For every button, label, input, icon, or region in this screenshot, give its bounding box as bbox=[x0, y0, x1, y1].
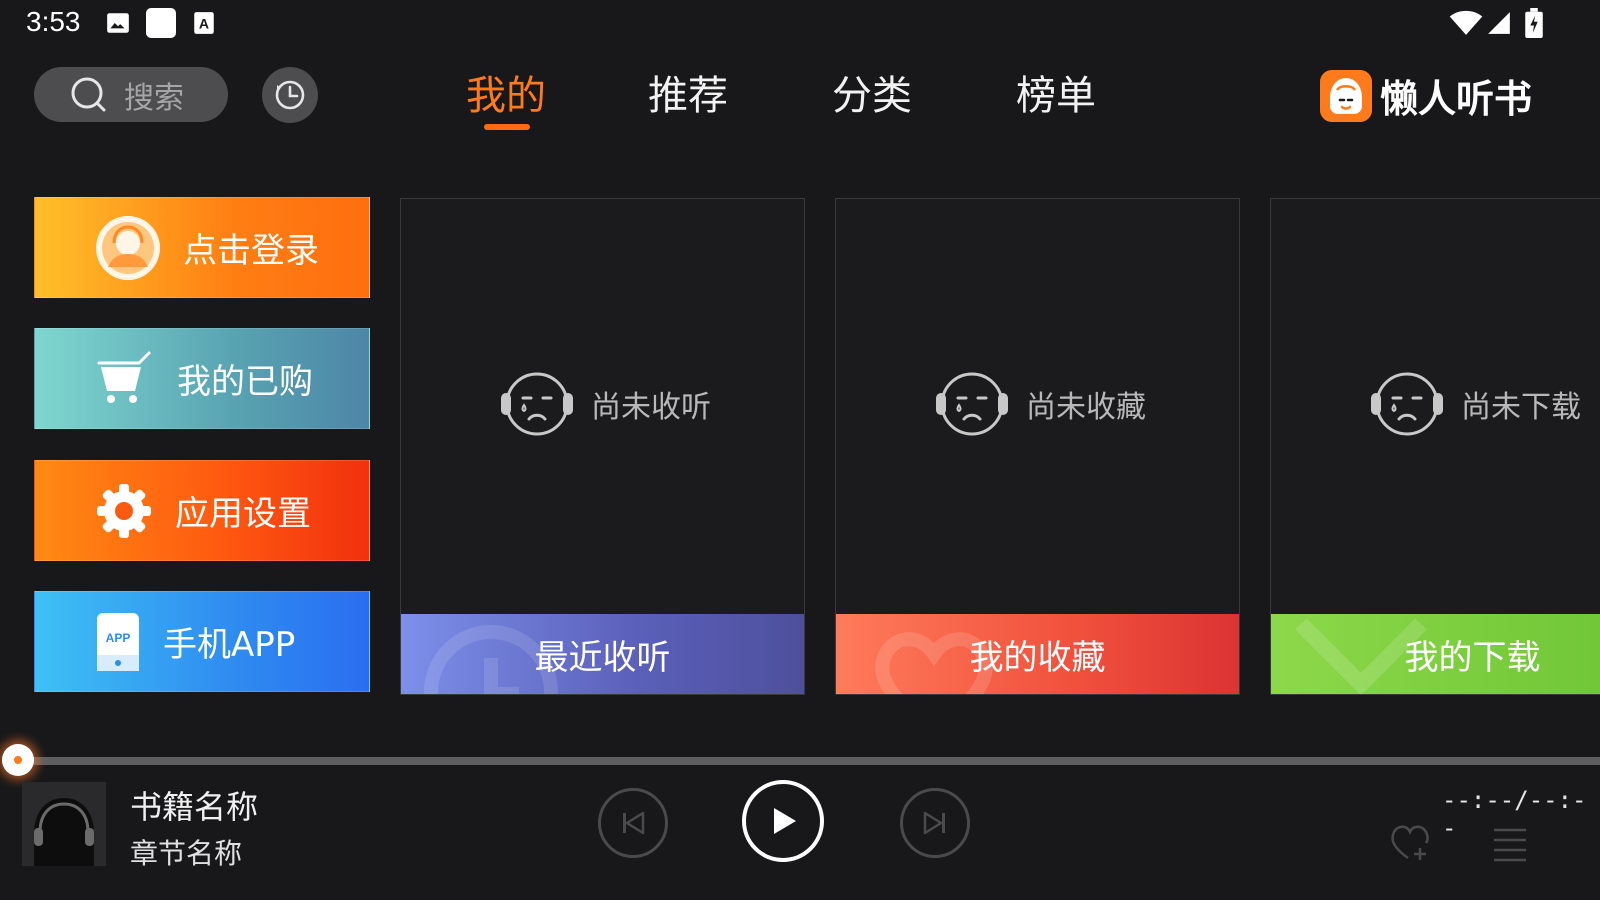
settings-button[interactable]: 应用设置 bbox=[34, 460, 370, 561]
tab-mine[interactable]: 我的 bbox=[466, 68, 546, 124]
history-clock-icon bbox=[275, 80, 305, 110]
add-favorite-heart-icon[interactable] bbox=[1388, 820, 1432, 864]
shopping-cart-icon bbox=[97, 351, 151, 403]
chapter-name: 章节名称 bbox=[130, 837, 243, 870]
wifi-icon bbox=[1449, 10, 1483, 35]
phone-app-icon: APP bbox=[97, 612, 139, 671]
downloads-footer[interactable]: 我的下载 bbox=[1271, 614, 1600, 694]
sad-face-icon bbox=[1371, 372, 1443, 436]
previous-button[interactable] bbox=[598, 788, 668, 858]
tab-ranking[interactable]: 榜单 bbox=[1016, 68, 1096, 124]
brand-logo-area: 懒人听书 bbox=[1320, 68, 1532, 123]
empty-state: 尚未收听 bbox=[401, 369, 804, 439]
app-icon-text: APP bbox=[106, 631, 131, 645]
square-notification-icon bbox=[146, 8, 176, 38]
settings-label: 应用设置 bbox=[175, 494, 311, 534]
search-icon bbox=[71, 77, 106, 111]
favorites-card[interactable]: 尚未收藏 我的收藏 bbox=[835, 198, 1240, 695]
svg-text:A: A bbox=[199, 15, 209, 31]
default-cover-icon bbox=[22, 782, 106, 866]
gallery-icon bbox=[107, 13, 129, 33]
lazy-audio-logo-icon bbox=[1320, 69, 1372, 122]
recent-listen-label: 最近收听 bbox=[534, 637, 671, 678]
a-text-icon: A bbox=[194, 12, 214, 34]
playlist-icon[interactable] bbox=[1490, 822, 1530, 862]
play-icon bbox=[774, 808, 796, 834]
user-avatar-icon bbox=[96, 215, 160, 280]
login-button[interactable]: 点击登录 bbox=[34, 197, 370, 298]
downloads-card[interactable]: 尚未下载 我的下载 bbox=[1270, 198, 1600, 695]
empty-text: 尚未收听 bbox=[591, 390, 711, 425]
gear-icon bbox=[97, 483, 151, 538]
tab-category[interactable]: 分类 bbox=[832, 68, 912, 124]
recent-listen-card[interactable]: 尚未收听 最近收听 bbox=[400, 198, 805, 695]
battery-icon bbox=[1525, 8, 1543, 38]
downloads-label: 我的下载 bbox=[1404, 637, 1541, 678]
login-label: 点击登录 bbox=[183, 231, 319, 271]
search-placeholder: 搜索 bbox=[124, 80, 184, 116]
cell-signal-icon bbox=[1488, 12, 1510, 34]
play-button[interactable] bbox=[742, 780, 824, 862]
app-root: 3:53 A 搜索 我的 推荐 分类 榜单 懒人听书 点击登录 我的已购 应用设… bbox=[0, 0, 1600, 900]
empty-text: 尚未收藏 bbox=[1026, 390, 1146, 425]
recent-listen-footer[interactable]: 最近收听 bbox=[401, 614, 804, 694]
next-button[interactable] bbox=[900, 788, 970, 858]
brand-name: 懒人听书 bbox=[1380, 77, 1533, 121]
purchased-label: 我的已购 bbox=[177, 362, 313, 402]
progress-handle[interactable] bbox=[2, 744, 34, 776]
mobile-app-button[interactable]: APP 手机APP bbox=[34, 591, 370, 692]
status-bar: 3:53 A bbox=[0, 0, 1600, 52]
book-cover[interactable] bbox=[22, 782, 106, 866]
purchased-button[interactable]: 我的已购 bbox=[34, 328, 370, 429]
tab-recommend[interactable]: 推荐 bbox=[648, 68, 728, 124]
active-tab-indicator bbox=[484, 124, 530, 130]
mobile-app-label: 手机APP bbox=[163, 625, 296, 665]
skip-next-icon bbox=[923, 811, 945, 835]
playback-progress-bar[interactable] bbox=[18, 757, 1600, 765]
favorites-footer[interactable]: 我的收藏 bbox=[836, 614, 1239, 694]
status-time: 3:53 bbox=[26, 6, 81, 37]
search-button[interactable]: 搜索 bbox=[34, 67, 228, 122]
empty-text: 尚未下载 bbox=[1461, 390, 1581, 425]
favorites-label: 我的收藏 bbox=[969, 637, 1106, 678]
empty-state: 尚未下载 bbox=[1271, 369, 1600, 439]
sad-face-icon bbox=[936, 372, 1008, 436]
book-name: 书籍名称 bbox=[130, 788, 259, 826]
skip-previous-icon bbox=[623, 811, 645, 835]
history-button[interactable] bbox=[262, 67, 318, 123]
empty-state: 尚未收藏 bbox=[836, 369, 1239, 439]
sad-face-icon bbox=[501, 372, 573, 436]
